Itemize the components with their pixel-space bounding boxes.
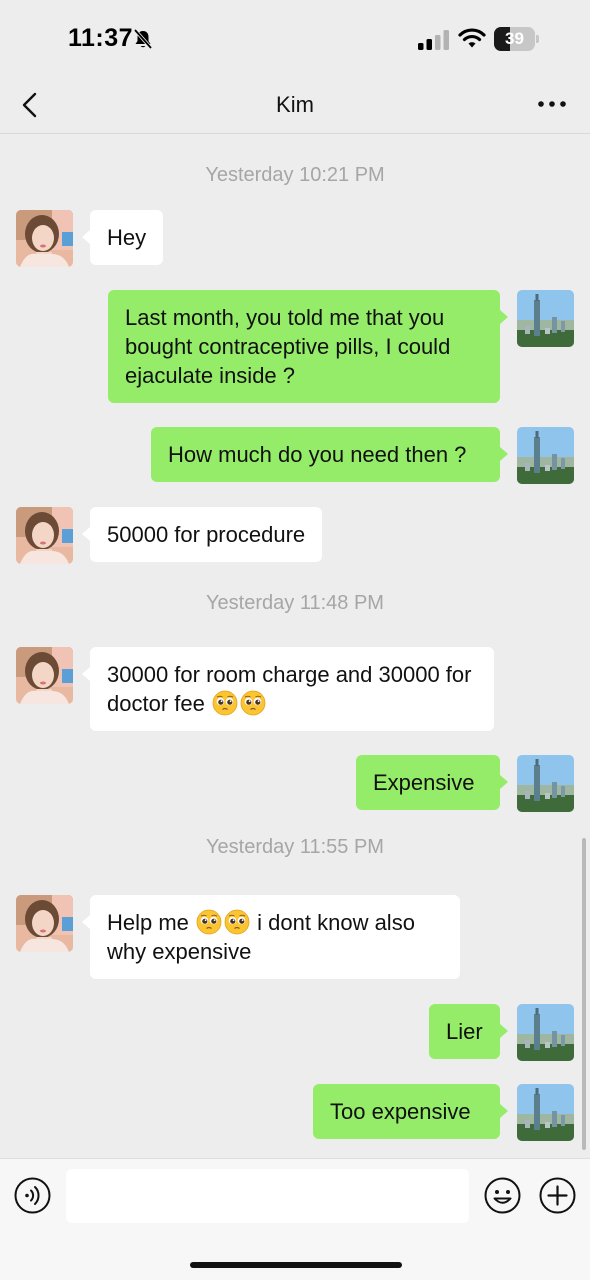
outgoing-message-bubble[interactable]: Last month, you told me that you bought …	[108, 290, 508, 403]
avatar-kim[interactable]	[16, 507, 73, 564]
more-dots-icon[interactable]	[536, 92, 568, 116]
status-bar: 11:37 39	[0, 0, 590, 78]
chat-title: Kim	[276, 92, 314, 117]
message-input[interactable]	[66, 1169, 469, 1223]
avatar-me[interactable]	[517, 290, 574, 347]
message-text: 50000 for procedure	[107, 522, 306, 547]
timestamp: Yesterday 10:21 PM	[205, 164, 385, 186]
battery-level: 39	[505, 29, 524, 48]
wifi-icon	[458, 28, 486, 48]
message-text-before: Help me	[107, 910, 189, 935]
avatar-kim[interactable]	[16, 895, 73, 952]
home-indicator[interactable]	[190, 1262, 402, 1268]
cellular-signal-icon	[418, 30, 449, 50]
avatar-me[interactable]	[517, 427, 574, 484]
pleading-face-emoji	[240, 690, 266, 716]
avatar-kim[interactable]	[16, 647, 73, 704]
battery-icon: 39	[494, 27, 540, 51]
emoji-face-icon[interactable]	[484, 1177, 521, 1214]
pleading-face-emoji	[196, 909, 222, 935]
pleading-face-emoji	[212, 690, 238, 716]
bell-slash-icon	[133, 28, 153, 50]
avatar-me[interactable]	[517, 755, 574, 812]
voice-icon[interactable]	[14, 1177, 51, 1214]
pleading-face-emoji	[224, 909, 250, 935]
message-text: 30000 for room charge and 30000 for doct…	[107, 662, 472, 716]
message-text: Too expensive	[330, 1099, 471, 1124]
outgoing-message-bubble[interactable]: Lier	[429, 1004, 508, 1059]
message-text: Last month, you told me that you bought …	[125, 305, 451, 388]
avatar-kim[interactable]	[16, 210, 73, 267]
scrollbar[interactable]	[582, 838, 586, 1150]
chat-area[interactable]: Yesterday 10:21 PM Hey Last month, you t…	[0, 135, 590, 1157]
message-text: Expensive	[373, 770, 475, 795]
timestamp: Yesterday 11:55 PM	[206, 836, 384, 858]
message-text: Lier	[446, 1019, 483, 1044]
message-text: How much do you need then ?	[168, 442, 467, 467]
incoming-message-bubble[interactable]: Hey	[81, 210, 164, 265]
incoming-message-bubble[interactable]: 30000 for room charge and 30000 for doct…	[82, 647, 494, 731]
timestamp: Yesterday 11:48 PM	[206, 592, 384, 614]
message-text: Hey	[107, 225, 147, 250]
incoming-message-bubble[interactable]: 50000 for procedure	[81, 507, 323, 562]
plus-circle-icon[interactable]	[539, 1177, 576, 1214]
incoming-message-bubble[interactable]: Help me i dont know also why expensive	[82, 895, 460, 979]
status-time: 11:37	[68, 24, 134, 52]
outgoing-message-bubble[interactable]: Too expensive	[313, 1084, 508, 1139]
outgoing-message-bubble[interactable]: Expensive	[356, 755, 508, 810]
outgoing-message-bubble[interactable]: How much do you need then ?	[151, 427, 508, 482]
avatar-me[interactable]	[517, 1084, 574, 1141]
nav-bar: Kim	[0, 78, 590, 134]
avatar-me[interactable]	[517, 1004, 574, 1061]
